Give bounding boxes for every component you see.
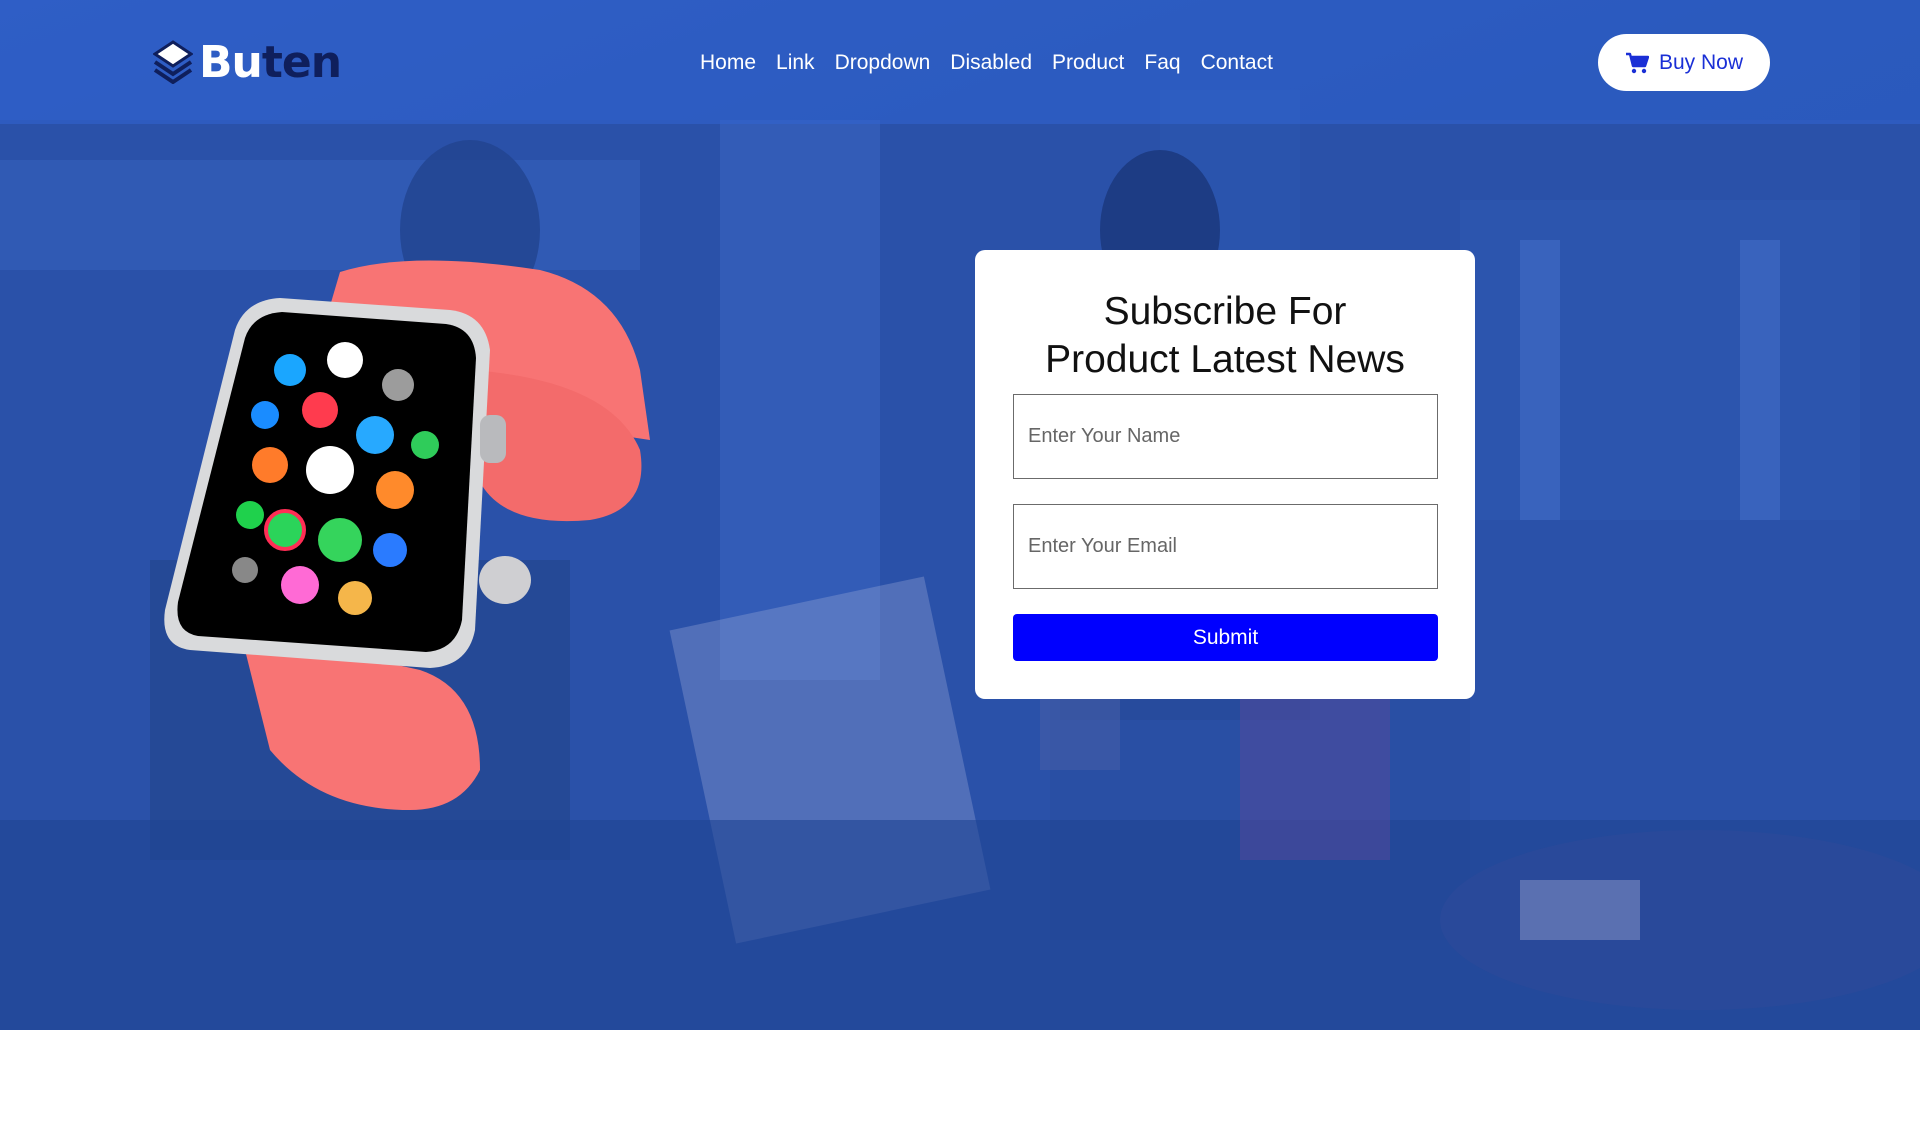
submit-button[interactable]: Submit bbox=[1013, 614, 1438, 661]
buy-now-label: Buy Now bbox=[1658, 50, 1744, 74]
nav-item-product[interactable]: Product bbox=[1042, 48, 1134, 78]
brand-name: Buten bbox=[199, 36, 342, 88]
name-input[interactable] bbox=[1013, 394, 1438, 479]
nav-item-faq[interactable]: Faq bbox=[1134, 48, 1190, 78]
email-input[interactable] bbox=[1013, 504, 1438, 589]
nav-item-dropdown[interactable]: Dropdown bbox=[825, 48, 941, 78]
subscribe-title: Subscribe For Product Latest News bbox=[1045, 290, 1405, 381]
brand-logo[interactable]: Buten bbox=[153, 36, 342, 88]
nav-item-contact[interactable]: Contact bbox=[1191, 48, 1283, 78]
nav-item-disabled[interactable]: Disabled bbox=[940, 48, 1042, 78]
main-nav: Home Link Dropdown Disabled Product Faq … bbox=[690, 48, 1283, 78]
subscribe-card: Subscribe For Product Latest News Submit bbox=[975, 250, 1475, 699]
layers-logo-icon bbox=[153, 40, 193, 84]
smartwatch-image bbox=[164, 260, 650, 810]
shopping-cart-icon bbox=[1625, 52, 1649, 73]
nav-item-link[interactable]: Link bbox=[766, 48, 825, 78]
buy-now-button[interactable]: Buy Now bbox=[1598, 34, 1770, 91]
nav-item-home[interactable]: Home bbox=[690, 48, 766, 78]
site-header: Buten Home Link Dropdown Disabled Produc… bbox=[0, 0, 1920, 124]
